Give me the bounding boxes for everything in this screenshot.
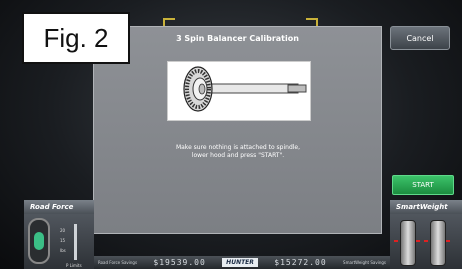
road-force-title: Road Force: [24, 200, 94, 214]
tire-icon: [28, 218, 50, 264]
savings-bar: Road Force Savings $19539.00 HUNTER $152…: [94, 256, 390, 269]
balancer-screen: Cancel 3 Spin Balancer Calibration Make …: [0, 0, 462, 269]
smartweight-savings-label: SmartWeight Savings: [343, 260, 386, 265]
calibration-dialog: 3 Spin Balancer Calibration Make sure no…: [93, 26, 382, 234]
smartweight-title: SmartWeight: [390, 200, 462, 214]
force-scale: 20 15 lbs: [60, 222, 90, 262]
instruction-text: Make sure nothing is attached to spindle…: [114, 144, 362, 160]
weight-plane-outer-icon: [430, 220, 446, 266]
smartweight-panel[interactable]: SmartWeight: [390, 200, 462, 269]
spindle-image: [183, 66, 307, 112]
weight-plane-inner-icon: [400, 220, 416, 266]
start-button[interactable]: START: [392, 175, 454, 195]
road-force-savings-counter: $19539.00: [153, 258, 206, 267]
road-force-savings-label: Road Force Savings: [98, 260, 138, 265]
weight-marker-icon: [446, 240, 450, 242]
figure-label: Fig. 2: [22, 12, 130, 64]
spindle-illustration: [167, 61, 311, 121]
dialog-title: 3 Spin Balancer Calibration: [176, 34, 299, 43]
cancel-button[interactable]: Cancel: [390, 26, 450, 50]
brand-logo: HUNTER: [222, 258, 258, 267]
weight-marker-icon: [394, 240, 398, 242]
scale-tick-unit: lbs: [60, 248, 66, 253]
smartweight-savings-counter: $15272.00: [274, 258, 327, 267]
scale-tick-15: 15: [60, 238, 66, 243]
top-right-bracket: [306, 18, 318, 26]
p-limits-label: P Limits: [66, 263, 82, 268]
instruction-line-1: Make sure nothing is attached to spindle…: [175, 144, 301, 151]
top-left-bracket: [163, 18, 175, 26]
weight-marker-icon: [424, 240, 428, 242]
scale-tick-20: 20: [60, 228, 66, 233]
weight-marker-icon: [416, 240, 420, 242]
instruction-line-2: lower hood and press "START".: [191, 152, 285, 159]
road-force-panel[interactable]: Road Force 20 15 lbs P Limits: [24, 200, 94, 269]
scale-bar: [74, 224, 77, 260]
